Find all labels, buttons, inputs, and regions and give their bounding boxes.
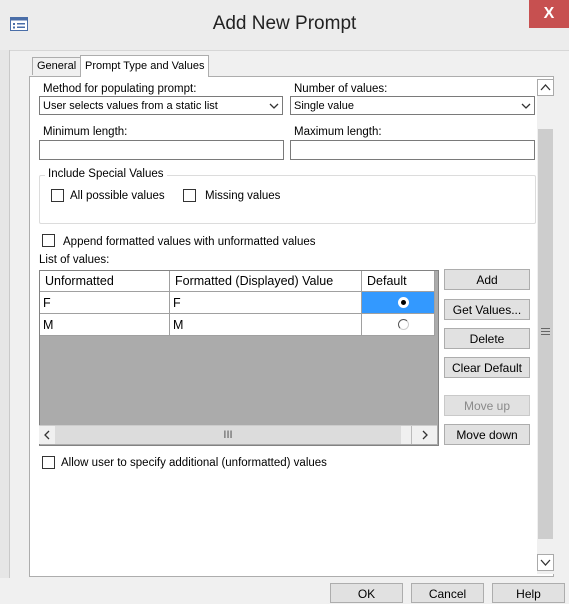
move-down-button[interactable]: Move down xyxy=(444,424,530,445)
ok-button[interactable]: OK xyxy=(330,583,403,603)
min-length-label: Minimum length: xyxy=(43,126,128,138)
chevron-down-icon xyxy=(521,103,531,109)
cell-default-selected[interactable] xyxy=(361,291,435,314)
horizontal-scrollbar[interactable]: III xyxy=(39,425,437,444)
chevron-up-icon xyxy=(540,84,551,91)
scroll-down-button[interactable] xyxy=(537,554,554,571)
cancel-button[interactable]: Cancel xyxy=(411,583,484,603)
special-values-title: Include Special Values xyxy=(45,168,167,180)
cell-default[interactable] xyxy=(361,313,435,336)
table-row[interactable]: F F xyxy=(40,291,435,314)
delete-button[interactable]: Delete xyxy=(444,328,530,349)
close-button[interactable]: X xyxy=(529,0,569,28)
table-row[interactable]: M M xyxy=(40,313,435,336)
scrollbar-thumb[interactable] xyxy=(538,129,553,539)
window-title: Add New Prompt xyxy=(212,13,357,34)
add-button[interactable]: Add xyxy=(444,269,530,290)
get-values-button[interactable]: Get Values... xyxy=(444,299,530,320)
number-of-values-value: Single value xyxy=(294,100,354,112)
scrollbar-thumb[interactable]: III xyxy=(55,426,401,444)
chevron-right-icon[interactable] xyxy=(419,429,431,441)
cell-unformatted[interactable]: M xyxy=(40,313,170,336)
all-possible-values-checkbox[interactable] xyxy=(51,189,64,202)
title-bar: Add New Prompt X xyxy=(0,0,569,51)
list-of-values-label: List of values: xyxy=(39,254,110,266)
missing-values-label: Missing values xyxy=(205,190,281,202)
move-up-button[interactable]: Move up xyxy=(444,395,530,416)
all-possible-values-label: All possible values xyxy=(70,190,165,202)
radio-unselected-icon[interactable] xyxy=(398,319,409,330)
radio-selected-icon[interactable] xyxy=(398,297,409,308)
cell-formatted[interactable]: M xyxy=(169,313,362,336)
chevron-down-icon xyxy=(540,559,551,566)
allow-additional-checkbox[interactable] xyxy=(42,456,55,469)
method-select[interactable]: User selects values from a static list xyxy=(39,96,283,115)
method-label: Method for populating prompt: xyxy=(43,83,197,95)
table-header-row: Unformatted Formatted (Displayed) Value … xyxy=(40,271,435,292)
max-length-input[interactable] xyxy=(290,140,535,160)
chevron-down-icon xyxy=(269,103,279,109)
vertical-scrollbar[interactable] xyxy=(537,79,554,574)
values-table: Unformatted Formatted (Displayed) Value … xyxy=(39,270,439,446)
number-of-values-select[interactable]: Single value xyxy=(290,96,535,115)
method-select-value: User selects values from a static list xyxy=(43,100,218,112)
column-header-formatted[interactable]: Formatted (Displayed) Value xyxy=(169,271,362,292)
clear-default-button[interactable]: Clear Default xyxy=(444,357,530,378)
max-length-label: Maximum length: xyxy=(294,126,382,138)
tab-general[interactable]: General xyxy=(32,57,82,75)
missing-values-checkbox[interactable] xyxy=(183,189,196,202)
number-of-values-label: Number of values: xyxy=(294,83,388,95)
append-formatted-checkbox[interactable] xyxy=(42,234,55,247)
column-header-default[interactable]: Default xyxy=(361,271,435,292)
grip-icon xyxy=(541,328,550,335)
dialog-footer: OK Cancel Help xyxy=(0,578,569,603)
append-formatted-label: Append formatted values with unformatted… xyxy=(63,236,316,248)
min-length-input[interactable] xyxy=(39,140,284,160)
allow-additional-label: Allow user to specify additional (unform… xyxy=(61,457,327,469)
tab-prompt-type-and-values[interactable]: Prompt Type and Values xyxy=(80,55,210,77)
cell-formatted[interactable]: F xyxy=(169,291,362,314)
scroll-divider xyxy=(411,426,412,444)
column-header-unformatted[interactable]: Unformatted xyxy=(40,271,170,292)
cell-unformatted[interactable]: F xyxy=(40,291,170,314)
scroll-up-button[interactable] xyxy=(537,79,554,96)
help-button[interactable]: Help xyxy=(492,583,565,603)
chevron-left-icon[interactable] xyxy=(41,429,53,441)
window-frame xyxy=(0,50,10,601)
